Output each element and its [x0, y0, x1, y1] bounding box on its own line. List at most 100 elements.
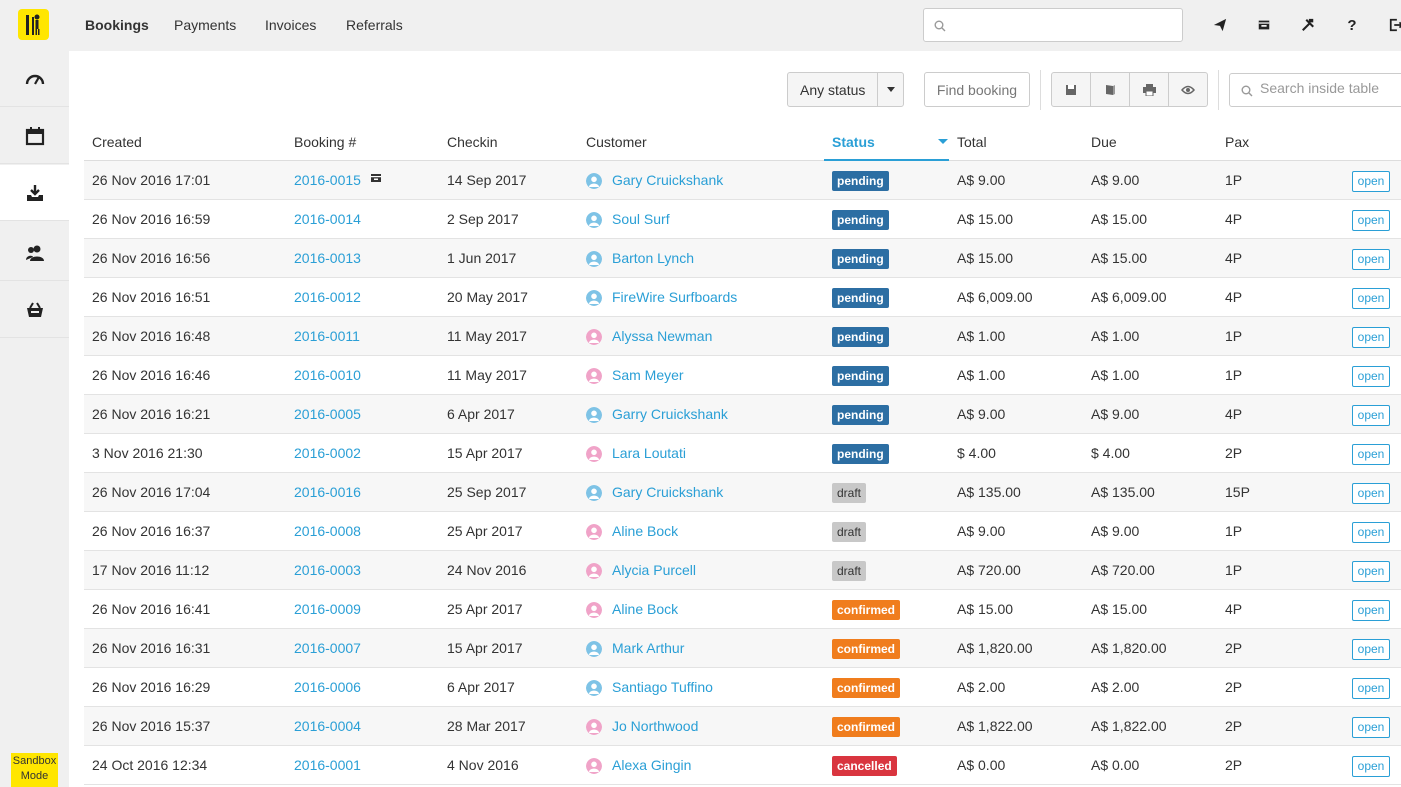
tab-payments[interactable]: Payments: [174, 17, 236, 33]
customer-link[interactable]: Sam Meyer: [612, 367, 684, 383]
booking-link[interactable]: 2016-0001: [294, 757, 361, 773]
table-row[interactable]: 3 Nov 2016 21:30 2016-0002 15 Apr 2017 Lara…: [84, 434, 1401, 473]
booking-link[interactable]: 2016-0010: [294, 367, 361, 383]
booking-link[interactable]: 2016-0015: [294, 172, 361, 188]
open-button[interactable]: open: [1352, 405, 1390, 426]
booking-link[interactable]: 2016-0016: [294, 484, 361, 500]
due-cell: $ 4.00: [1091, 445, 1130, 461]
column-customer[interactable]: Customer: [586, 134, 647, 150]
store-icon[interactable]: [1253, 14, 1275, 36]
customer-link[interactable]: Alexa Gingin: [612, 757, 691, 773]
open-button[interactable]: open: [1352, 249, 1390, 270]
open-button[interactable]: open: [1352, 678, 1390, 699]
open-button[interactable]: open: [1352, 600, 1390, 621]
table-row[interactable]: 26 Nov 2016 16:51 2016-0012 20 May 2017 Fir…: [84, 278, 1401, 317]
book-button[interactable]: [1091, 73, 1130, 106]
print-button[interactable]: [1130, 73, 1169, 106]
sidebar-item-customers[interactable]: [0, 225, 69, 281]
status-badge: pending: [832, 366, 889, 386]
send-icon[interactable]: [1209, 14, 1231, 36]
open-button[interactable]: open: [1352, 288, 1390, 309]
booking-link[interactable]: 2016-0006: [294, 679, 361, 695]
open-button[interactable]: open: [1352, 639, 1390, 660]
sidebar-item-dashboard[interactable]: [0, 51, 69, 107]
column-pax[interactable]: Pax: [1225, 134, 1249, 150]
column-due[interactable]: Due: [1091, 134, 1117, 150]
table-row[interactable]: 26 Nov 2016 16:41 2016-0009 25 Apr 2017 Ali…: [84, 590, 1401, 629]
sidebar-item-store[interactable]: [0, 282, 69, 338]
status-filter-select[interactable]: Any status: [787, 72, 904, 107]
open-button[interactable]: open: [1352, 366, 1390, 387]
global-search-input[interactable]: [923, 8, 1183, 42]
tab-invoices[interactable]: Invoices: [265, 17, 316, 33]
table-row[interactable]: 17 Nov 2016 11:12 2016-0003 24 Nov 2016 Aly…: [84, 551, 1401, 590]
table-row[interactable]: 26 Nov 2016 16:46 2016-0010 11 May 2017 Sam…: [84, 356, 1401, 395]
booking-link[interactable]: 2016-0005: [294, 406, 361, 422]
booking-link[interactable]: 2016-0014: [294, 211, 361, 227]
table-row[interactable]: 24 Oct 2016 12:34 2016-0001 4 Nov 2016 Alex…: [84, 746, 1401, 785]
booking-link[interactable]: 2016-0012: [294, 289, 361, 305]
find-booking-button[interactable]: Find booking: [924, 72, 1030, 107]
table-search-input[interactable]: [1260, 80, 1400, 96]
save-button[interactable]: [1052, 73, 1091, 106]
customer-link[interactable]: Soul Surf: [612, 211, 670, 227]
sort-desc-icon[interactable]: [938, 139, 948, 144]
help-icon[interactable]: ?: [1341, 14, 1363, 36]
table-search-field[interactable]: [1229, 73, 1401, 107]
table-row[interactable]: 26 Nov 2016 16:37 2016-0008 25 Apr 2017 Ali…: [84, 512, 1401, 551]
column-status[interactable]: Status: [832, 134, 875, 150]
open-button[interactable]: open: [1352, 561, 1390, 582]
tab-referrals[interactable]: Referrals: [346, 17, 403, 33]
open-button[interactable]: open: [1352, 717, 1390, 738]
customer-link[interactable]: Lara Loutati: [612, 445, 686, 461]
customer-link[interactable]: Garry Cruickshank: [612, 406, 728, 422]
table-row[interactable]: 26 Nov 2016 17:04 2016-0016 25 Sep 2017 Gar…: [84, 473, 1401, 512]
customer-link[interactable]: Aline Bock: [612, 601, 678, 617]
customer-link[interactable]: Barton Lynch: [612, 250, 694, 266]
booking-link[interactable]: 2016-0007: [294, 640, 361, 656]
column-checkin[interactable]: Checkin: [447, 134, 498, 150]
tools-icon[interactable]: [1297, 14, 1319, 36]
table-row[interactable]: 26 Nov 2016 16:31 2016-0007 15 Apr 2017 Mar…: [84, 629, 1401, 668]
customer-link[interactable]: Alyssa Newman: [612, 328, 712, 344]
customer-link[interactable]: Mark Arthur: [612, 640, 684, 656]
booking-link[interactable]: 2016-0003: [294, 562, 361, 578]
customer-link[interactable]: FireWire Surfboards: [612, 289, 737, 305]
open-button[interactable]: open: [1352, 327, 1390, 348]
open-button[interactable]: open: [1352, 756, 1390, 777]
column-created[interactable]: Created: [92, 134, 142, 150]
table-row[interactable]: 26 Nov 2016 16:48 2016-0011 11 May 2017 Aly…: [84, 317, 1401, 356]
open-button[interactable]: open: [1352, 210, 1390, 231]
table-row[interactable]: 26 Nov 2016 15:37 2016-0004 28 Mar 2017 Jo …: [84, 707, 1401, 746]
customer-link[interactable]: Gary Cruickshank: [612, 484, 723, 500]
booking-link[interactable]: 2016-0009: [294, 601, 361, 617]
logout-icon[interactable]: [1385, 14, 1401, 36]
customer-link[interactable]: Alycia Purcell: [612, 562, 696, 578]
view-button[interactable]: [1169, 73, 1207, 106]
column-total[interactable]: Total: [957, 134, 987, 150]
open-button[interactable]: open: [1352, 171, 1390, 192]
customer-link[interactable]: Gary Cruickshank: [612, 172, 723, 188]
tab-bookings[interactable]: Bookings: [85, 17, 149, 33]
sidebar-item-calendar[interactable]: [0, 108, 69, 164]
customer-link[interactable]: Aline Bock: [612, 523, 678, 539]
table-row[interactable]: 26 Nov 2016 16:21 2016-0005 6 Apr 2017 Garr…: [84, 395, 1401, 434]
booking-link[interactable]: 2016-0002: [294, 445, 361, 461]
open-button[interactable]: open: [1352, 522, 1390, 543]
table-row[interactable]: 26 Nov 2016 16:59 2016-0014 2 Sep 2017 Soul…: [84, 200, 1401, 239]
customer-link[interactable]: Jo Northwood: [612, 718, 698, 734]
open-button[interactable]: open: [1352, 483, 1390, 504]
table-row[interactable]: 26 Nov 2016 16:56 2016-0013 1 Jun 2017 Bart…: [84, 239, 1401, 278]
column-booking-number[interactable]: Booking #: [294, 134, 356, 150]
sidebar-item-bookings[interactable]: [0, 165, 69, 221]
booking-link[interactable]: 2016-0008: [294, 523, 361, 539]
booking-link[interactable]: 2016-0013: [294, 250, 361, 266]
booking-link[interactable]: 2016-0011: [294, 328, 360, 344]
open-button[interactable]: open: [1352, 444, 1390, 465]
logo[interactable]: [18, 9, 49, 40]
table-row[interactable]: 26 Nov 2016 16:29 2016-0006 6 Apr 2017 Sant…: [84, 668, 1401, 707]
booking-link[interactable]: 2016-0004: [294, 718, 361, 734]
table-row[interactable]: 26 Nov 2016 17:01 2016-0015 14 Sep 2017 Gar…: [84, 161, 1401, 200]
checkin-cell: 11 May 2017: [447, 328, 527, 344]
customer-link[interactable]: Santiago Tuffino: [612, 679, 713, 695]
